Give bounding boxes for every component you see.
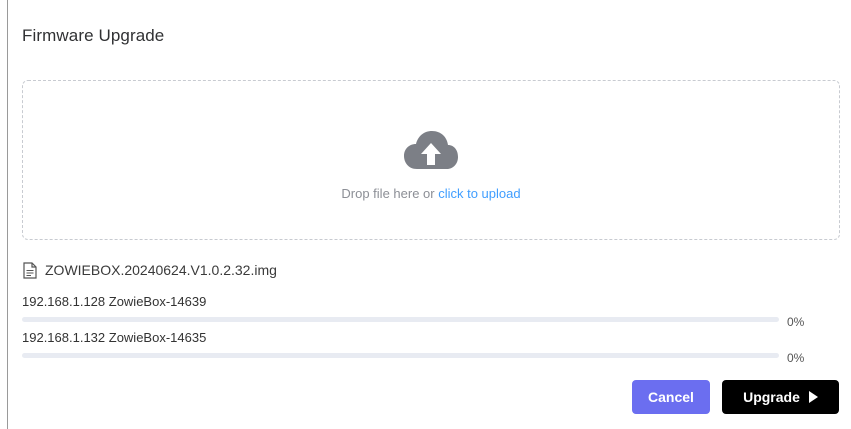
selected-file: ZOWIEBOX.20240624.V1.0.2.32.img xyxy=(23,260,277,280)
firmware-upgrade-dialog: Firmware Upgrade Drop file here or click… xyxy=(0,0,851,429)
click-to-upload-link[interactable]: click to upload xyxy=(438,186,520,201)
play-icon xyxy=(808,391,818,403)
progress-percent: 0% xyxy=(787,351,805,365)
cancel-button[interactable]: Cancel xyxy=(632,380,710,414)
dialog-left-border xyxy=(7,0,8,429)
document-icon xyxy=(23,261,37,279)
device-row: 192.168.1.128 ZowieBox-14639 0% xyxy=(22,294,822,329)
cloud-upload-icon xyxy=(404,131,458,169)
device-label: 192.168.1.132 ZowieBox-14635 xyxy=(22,330,207,345)
upgrade-button[interactable]: Upgrade xyxy=(722,380,839,414)
cancel-button-label: Cancel xyxy=(648,389,694,405)
upgrade-button-label: Upgrade xyxy=(743,389,800,405)
dropzone-text-prefix: Drop file here or xyxy=(341,186,439,201)
device-label: 192.168.1.128 ZowieBox-14639 xyxy=(22,294,207,309)
file-name: ZOWIEBOX.20240624.V1.0.2.32.img xyxy=(45,262,277,278)
dropzone-text: Drop file here or click to upload xyxy=(23,186,839,201)
file-dropzone[interactable]: Drop file here or click to upload xyxy=(22,80,840,240)
progress-bar xyxy=(22,353,779,358)
progress-percent: 0% xyxy=(787,315,805,329)
progress-bar xyxy=(22,317,779,322)
dialog-title: Firmware Upgrade xyxy=(22,26,165,45)
device-row: 192.168.1.132 ZowieBox-14635 0% xyxy=(22,330,822,365)
